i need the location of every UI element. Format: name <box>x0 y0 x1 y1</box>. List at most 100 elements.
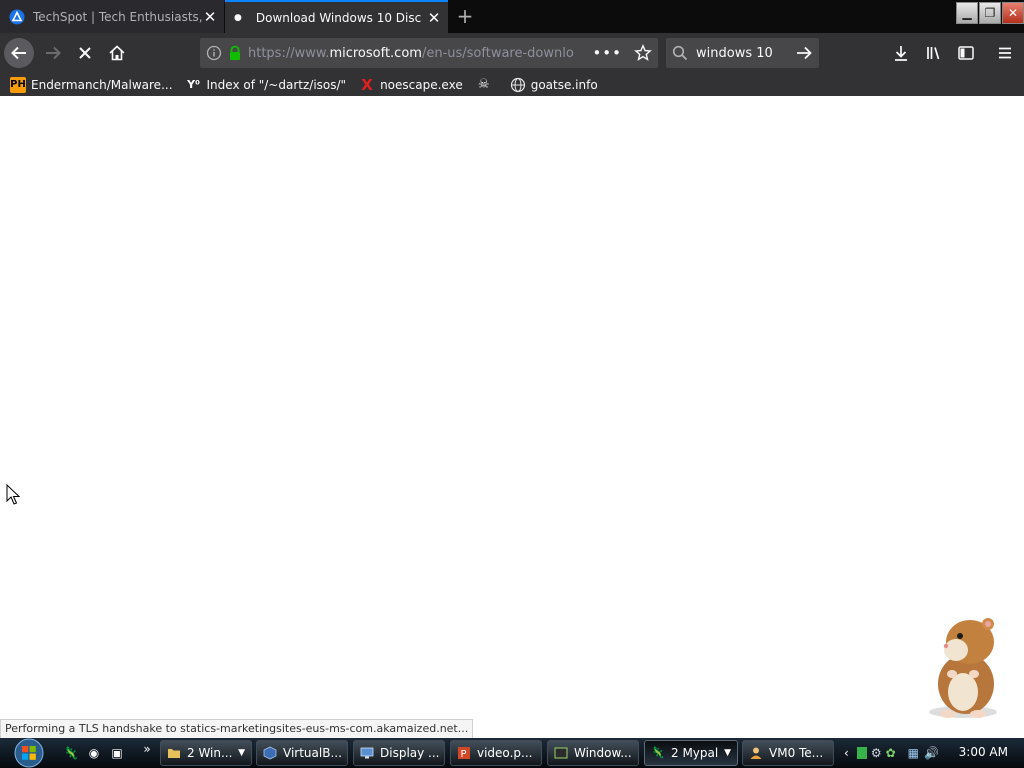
url-path: /en-us/software-downlo <box>421 45 574 61</box>
tray-tool-icon[interactable]: ⚙ <box>871 746 882 760</box>
bookmark-item[interactable]: X noescape.exe <box>359 75 463 94</box>
user-icon <box>750 747 762 759</box>
quicklaunch-desktop-icon[interactable]: ▣ <box>108 744 126 762</box>
globe-icon <box>510 77 525 92</box>
virtualbox-icon <box>263 746 277 760</box>
bookmarks-toolbar: PH Endermanch/Malware... Y⁰ Index of "/~… <box>0 73 1024 96</box>
taskbar-button-mypal[interactable]: 🦎 2 Mypal ▼ <box>644 740 738 766</box>
tab-title: Download Windows 10 Disc Im <box>255 10 426 25</box>
taskbar-button-window[interactable]: Window... <box>547 740 639 766</box>
ph-icon: PH <box>10 76 26 93</box>
taskbar-button-virtualbox[interactable]: VirtualB... <box>256 740 348 766</box>
taskbar-button-explorer[interactable]: 2 Win... ▼ <box>160 740 252 766</box>
stop-x-icon <box>79 47 91 59</box>
tray-green-icon[interactable] <box>856 747 867 759</box>
close-tab-icon[interactable]: ✕ <box>426 9 442 27</box>
taskbar-button-label: Display ... <box>380 746 440 760</box>
tab-title: TechSpot | Tech Enthusiasts, P <box>33 9 202 24</box>
techspot-favicon-icon <box>9 9 25 24</box>
taskbar-button-powerpoint[interactable]: P video.p... <box>450 740 542 766</box>
system-tray: ‹ ⚙ ✿ ▦ 🔊 3:00 AM <box>840 738 1024 768</box>
x-icon: X <box>361 75 373 94</box>
page-content-area[interactable] <box>0 96 1024 740</box>
info-icon[interactable] <box>206 45 222 61</box>
skull-icon: ☠ <box>477 77 490 92</box>
mouse-pointer-icon <box>6 484 20 505</box>
back-button[interactable] <box>4 38 34 68</box>
clock[interactable]: 3:00 AM <box>959 745 1008 759</box>
search-go-arrow-icon[interactable] <box>795 44 813 62</box>
windows-orb-icon <box>14 738 44 768</box>
taskbar-button-label: VirtualB... <box>283 746 342 760</box>
url-bar[interactable]: https://www.microsoft.com/en-us/software… <box>200 38 658 68</box>
library-button[interactable] <box>919 38 949 68</box>
tab-download-windows[interactable]: ● Download Windows 10 Disc Im ✕ <box>225 0 448 33</box>
navigation-toolbar: https://www.microsoft.com/en-us/software… <box>0 33 1024 73</box>
quicklaunch-overflow-icon[interactable]: » <box>138 740 156 758</box>
forward-arrow-icon <box>46 46 61 60</box>
library-icon <box>927 47 940 60</box>
url-host: microsoft.com <box>329 45 422 61</box>
window-controls: ▁ ❐ ✕ <box>955 2 1024 24</box>
url-text: https://www.microsoft.com/en-us/software… <box>248 46 592 61</box>
bookmark-label: Endermanch/Malware... <box>31 77 173 92</box>
folder-icon <box>168 749 180 758</box>
bookmark-item[interactable]: ☠ <box>476 77 497 93</box>
taskbar-button-display[interactable]: Display ... <box>353 740 445 766</box>
start-button[interactable] <box>8 738 50 768</box>
quicklaunch-mypal-icon[interactable]: 🦎 <box>62 744 80 762</box>
back-arrow-icon <box>11 46 26 60</box>
quicklaunch-browser-icon[interactable]: ◉ <box>85 744 103 762</box>
bookmark-item[interactable]: PH Endermanch/Malware... <box>10 76 173 93</box>
downloads-button[interactable] <box>886 38 916 68</box>
home-button[interactable] <box>102 38 132 68</box>
chevron-down-icon: ▼ <box>724 748 731 758</box>
loading-dot-icon: ● <box>234 12 242 23</box>
status-bar: Performing a TLS handshake to statics-ma… <box>0 719 474 739</box>
taskbar-button-label: VM0 Te... <box>769 746 824 760</box>
tray-network-icon[interactable]: ▦ <box>908 746 919 760</box>
taskbar-button-label: Window... <box>574 746 632 760</box>
yp-icon: Y⁰ <box>187 78 200 91</box>
sidebar-icon <box>958 46 974 60</box>
bookmark-star-icon[interactable] <box>634 44 652 62</box>
download-icon <box>895 46 907 61</box>
hamburger-menu-icon <box>999 47 1011 59</box>
window-icon <box>554 747 568 759</box>
bookmark-item[interactable]: goatse.info <box>510 77 598 93</box>
search-bar[interactable]: windows 10 <box>666 38 819 68</box>
taskbar-button-label: 2 Mypal <box>671 746 719 760</box>
forward-button[interactable] <box>38 38 68 68</box>
bookmark-label: noescape.exe <box>380 77 463 92</box>
page-actions-icon[interactable]: ••• <box>592 44 622 62</box>
taskbar-button-vm0[interactable]: VM0 Te... <box>742 740 834 766</box>
display-icon <box>360 747 374 759</box>
stop-button[interactable] <box>70 38 100 68</box>
taskbar-button-label: 2 Win... <box>187 746 233 760</box>
svg-text:P: P <box>461 749 467 760</box>
minimize-button[interactable]: ▁ <box>956 2 978 24</box>
lock-icon[interactable] <box>228 45 242 61</box>
search-icon <box>672 45 688 61</box>
close-tab-icon[interactable]: ✕ <box>202 8 218 26</box>
hamster-mascot-icon[interactable] <box>918 612 1008 722</box>
chevron-down-icon: ▼ <box>238 748 245 758</box>
tray-mypal-icon[interactable]: ✿ <box>886 746 896 760</box>
tray-volume-icon[interactable]: 🔊 <box>924 746 939 760</box>
menu-button[interactable] <box>990 38 1020 68</box>
taskbar-button-label: video.p... <box>477 746 533 760</box>
search-input[interactable]: windows 10 <box>696 46 795 61</box>
sidebar-button[interactable] <box>951 38 981 68</box>
bookmark-label: Index of "/~dartz/isos/" <box>206 77 347 92</box>
tab-techspot[interactable]: TechSpot | Tech Enthusiasts, P ✕ <box>0 0 224 33</box>
url-prefix: https://www. <box>248 45 330 61</box>
new-tab-button[interactable]: + <box>452 4 478 28</box>
mypal-icon: 🦎 <box>651 746 665 759</box>
tray-expand-icon[interactable]: ‹ <box>844 746 849 760</box>
home-icon <box>109 45 125 61</box>
taskbar: 🦎 ◉ ▣ » 2 Win... ▼ VirtualB... Display .… <box>0 738 1024 768</box>
restore-button[interactable]: ❐ <box>979 2 1001 24</box>
close-window-button[interactable]: ✕ <box>1002 2 1024 24</box>
powerpoint-icon: P <box>458 747 470 760</box>
bookmark-item[interactable]: Y⁰ Index of "/~dartz/isos/" <box>186 77 347 93</box>
